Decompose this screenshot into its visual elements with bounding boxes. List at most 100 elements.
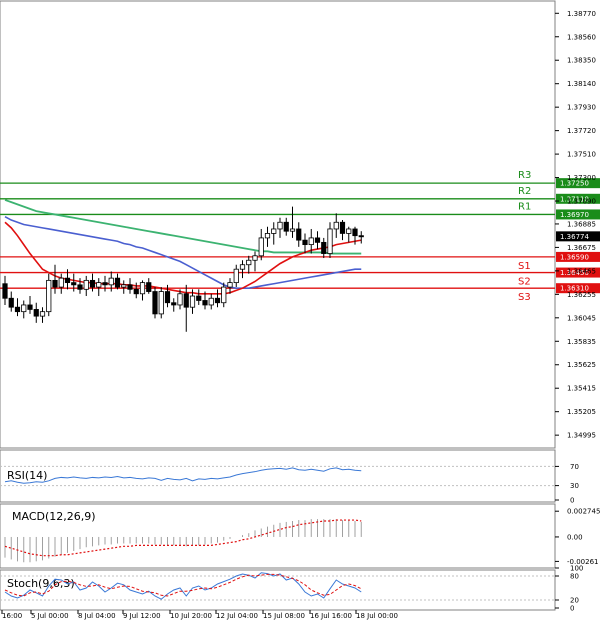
candle-body bbox=[89, 279, 96, 288]
candle-body bbox=[2, 283, 8, 299]
y-tick-label: 1.38350 bbox=[567, 57, 596, 65]
candle-body bbox=[183, 293, 189, 308]
y-tick-label: 1.38770 bbox=[567, 10, 596, 18]
y-tick-label: 1.35835 bbox=[567, 338, 596, 346]
stoch-tick-label: 100 bbox=[570, 565, 583, 573]
x-tick-label: 8 Jul 04:00 bbox=[78, 612, 116, 620]
x-tick-label: 5 Jul 00:00 bbox=[31, 612, 69, 620]
macd-title: MACD(12,26,9) bbox=[12, 510, 96, 523]
candle-body bbox=[239, 264, 246, 270]
candle-body bbox=[339, 221, 346, 234]
candle-body bbox=[208, 297, 214, 306]
candle-body bbox=[314, 237, 321, 243]
candle-body bbox=[64, 277, 71, 284]
x-tick-label: 12 Jul 04:00 bbox=[216, 612, 258, 620]
candle-body bbox=[264, 233, 271, 239]
y-tick-label: 1.36465 bbox=[567, 267, 596, 275]
candle-body bbox=[58, 277, 64, 288]
candle-body bbox=[233, 268, 239, 284]
rsi-tick-label: 30 bbox=[570, 482, 579, 490]
candle-body bbox=[77, 284, 83, 290]
y-tick-label: 1.37300 bbox=[567, 174, 596, 182]
y-tick-label: 1.37510 bbox=[567, 151, 596, 159]
candle-body bbox=[252, 255, 258, 261]
candle-body bbox=[71, 282, 77, 286]
candle-body bbox=[214, 297, 221, 304]
candle-body bbox=[152, 291, 158, 315]
candle-body bbox=[127, 284, 133, 290]
candle-body bbox=[346, 228, 352, 234]
candle-body bbox=[164, 291, 171, 304]
candle-body bbox=[296, 228, 302, 241]
y-tick-label: 1.36885 bbox=[567, 220, 596, 228]
candle-body bbox=[27, 304, 33, 310]
candle-body bbox=[96, 282, 102, 288]
candle-body bbox=[352, 228, 358, 237]
chart-root: R31.37250R21.37110R11.36970S11.36590S21.… bbox=[0, 0, 600, 621]
candle-body bbox=[102, 282, 108, 286]
rsi-tick-label: 70 bbox=[570, 463, 579, 471]
candle-body bbox=[177, 293, 183, 306]
level-name-s2: S2 bbox=[518, 277, 531, 288]
y-tick-label: 1.35415 bbox=[567, 385, 596, 393]
x-tick-label: 9 Jul 12:00 bbox=[123, 612, 161, 620]
y-tick-label: 1.36045 bbox=[567, 314, 596, 322]
candle-body bbox=[139, 282, 146, 295]
y-tick-label: 1.38140 bbox=[567, 80, 596, 88]
rsi-tick-label: 0 bbox=[570, 497, 574, 505]
stoch-tick-label: 20 bbox=[570, 597, 579, 605]
macd-tick-label: 0.00 bbox=[567, 533, 583, 541]
candle-body bbox=[189, 295, 196, 308]
candle-body bbox=[39, 311, 46, 317]
x-tick-label: 15 Jul 08:00 bbox=[263, 612, 305, 620]
candle-body bbox=[21, 304, 27, 313]
level-name-r3: R3 bbox=[518, 170, 531, 181]
candle-body bbox=[283, 221, 289, 232]
y-tick-label: 1.38560 bbox=[567, 33, 596, 41]
rsi-title: RSI(14) bbox=[7, 469, 47, 482]
x-tick-label: 16:00 bbox=[2, 612, 22, 620]
y-tick-label: 1.35205 bbox=[567, 408, 596, 416]
candle-body bbox=[308, 237, 314, 246]
x-tick-label: 16 Jul 16:00 bbox=[310, 612, 352, 620]
candle-body bbox=[271, 228, 277, 234]
level-name-s1: S1 bbox=[518, 261, 531, 272]
macd-tick-label: 0.002745 bbox=[567, 508, 600, 516]
candle-body bbox=[121, 284, 127, 288]
candle-body bbox=[202, 300, 208, 306]
x-axis: 16:00 5 Jul 00:00 8 Jul 04:00 9 Jul 12:00 10… bbox=[1, 610, 398, 620]
y-tick-label: 1.37720 bbox=[567, 127, 596, 135]
candle-body bbox=[158, 291, 164, 315]
candle-body bbox=[227, 282, 233, 288]
candle-body bbox=[14, 306, 21, 313]
y-tick-label: 1.37930 bbox=[567, 104, 596, 112]
candle-body bbox=[246, 259, 252, 266]
candle-body bbox=[52, 279, 58, 288]
current-price-label: 1.36774 bbox=[560, 233, 589, 241]
candle-body bbox=[83, 279, 89, 290]
level-name-s3: S3 bbox=[518, 292, 531, 303]
y-tick-label: 1.37090 bbox=[567, 198, 596, 206]
candle-body bbox=[358, 235, 364, 238]
candle-body bbox=[133, 288, 139, 295]
candle-body bbox=[196, 295, 202, 301]
y-tick-label: 1.35625 bbox=[567, 361, 596, 369]
candle-body bbox=[46, 279, 52, 313]
candle-body bbox=[302, 239, 308, 246]
candle-body bbox=[146, 282, 152, 292]
candle-body bbox=[277, 221, 283, 230]
candle-body bbox=[33, 309, 39, 317]
y-tick-label: 1.36675 bbox=[567, 244, 596, 252]
candle-body bbox=[171, 302, 177, 306]
stoch-tick-label: 80 bbox=[570, 573, 579, 581]
candle-body bbox=[108, 277, 114, 286]
x-tick-label: 18 Jul 00:00 bbox=[356, 612, 398, 620]
candle-body bbox=[114, 277, 121, 288]
level-value-r1: 1.36970 bbox=[560, 211, 589, 219]
candle-body bbox=[333, 221, 339, 230]
level-value-s1: 1.36590 bbox=[560, 253, 589, 261]
y-tick-label: 1.34995 bbox=[567, 432, 596, 440]
level-name-r1: R1 bbox=[518, 201, 531, 212]
candle-body bbox=[327, 228, 333, 254]
stoch-tick-label: 0 bbox=[570, 605, 574, 613]
